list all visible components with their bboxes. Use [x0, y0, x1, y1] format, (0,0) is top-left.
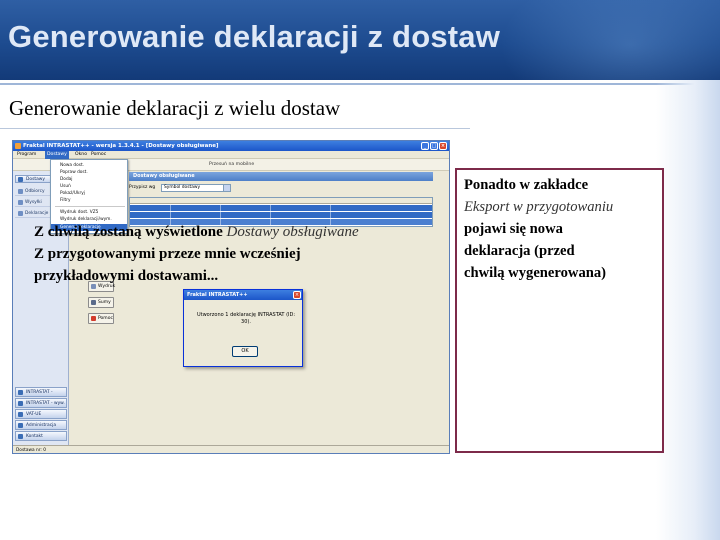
nav-label: INTRASTAT - wyw.: [26, 401, 65, 406]
app-logo-icon: [15, 143, 21, 149]
truck-icon: [18, 200, 23, 205]
nav-item-kontakt[interactable]: Kontakt: [15, 431, 67, 441]
app-screenshot: Fraktal INTRASTAT++ - wersja 1.3.4.1 - […: [12, 140, 450, 454]
nav-label: Kontakt: [26, 434, 43, 439]
maximize-icon[interactable]: □: [430, 142, 438, 150]
minimize-icon[interactable]: _: [421, 142, 429, 150]
caption-italic: Dostawy obsługiwane: [222, 224, 359, 240]
help-button[interactable]: Pomoc: [88, 313, 114, 324]
nav-item-intrastat-import[interactable]: INTRASTAT - przyw.: [15, 387, 67, 404]
caption-line-2: Z przygotowanymi przeze mnie wcześniej: [34, 246, 301, 262]
filter-select[interactable]: Symbol dostawy: [161, 184, 231, 192]
document-icon: [18, 211, 23, 216]
phone-icon: [18, 434, 23, 439]
dropdown-item[interactable]: Pokaż/Ukryj: [51, 190, 127, 197]
caption-fragment: Z: [34, 224, 48, 240]
people-icon: [18, 189, 23, 194]
dialog-title: Fraktal INTRASTAT++: [184, 290, 302, 300]
filter-value: Symbol dostawy: [164, 185, 201, 190]
content-header: Dostawy obsługiwane: [129, 172, 433, 181]
dialog-message: Utworzono 1 deklarację INTRASTAT (ID: 30…: [196, 312, 296, 325]
callout-line-1: Ponadto w zakładce: [464, 177, 589, 193]
callout-box: Ponadto w zakładce Eksport w przygotowan…: [455, 168, 664, 453]
menu-program[interactable]: Program: [15, 151, 38, 159]
wrench-icon: [18, 423, 23, 428]
caption-line-3: przykładowymi dostawami...: [34, 268, 219, 284]
table-row[interactable]: [130, 205, 432, 211]
sigma-icon: [91, 300, 96, 305]
app-titlebar: Fraktal INTRASTAT++ - wersja 1.3.4.1 - […: [13, 141, 449, 151]
callout-line-2: Eksport w przygotowaniu: [464, 199, 614, 215]
callout-line-5: chwilą wygenerowana): [464, 265, 607, 281]
close-icon[interactable]: ×: [439, 142, 447, 150]
close-icon[interactable]: ×: [293, 291, 301, 299]
app-menubar: Program Dostawy Okno Pomoc: [13, 151, 449, 159]
nav-item-vat-ue[interactable]: VAT-UE: [15, 409, 67, 419]
caption-text: Z chwilą zostaną wyświetlone Dostawy obs…: [34, 221, 444, 287]
nav-item-administracja[interactable]: Administracja: [15, 420, 67, 430]
filter-row: Przypisz wg Symbol dostawy: [129, 183, 433, 193]
menu-dostawy[interactable]: Dostawy: [45, 151, 69, 159]
button-label: Pomoc: [98, 316, 113, 321]
nav-label: Deklaracje: [25, 211, 49, 216]
dropdown-item[interactable]: Dodaj: [51, 176, 127, 183]
filter-label: Przypisz wg: [129, 185, 156, 190]
sum-button[interactable]: Sumy: [88, 297, 114, 308]
nav-label: Wysyłki: [25, 200, 42, 205]
help-icon: [91, 316, 96, 321]
table-row[interactable]: [130, 212, 432, 218]
flag-icon: [18, 412, 23, 417]
header-divider-shadow: [0, 83, 720, 85]
dropdown-item[interactable]: Wydruk dost. VZ5: [51, 209, 127, 216]
dropdown-item[interactable]: Usuń: [51, 183, 127, 190]
chevron-down-icon: [223, 185, 230, 191]
box-icon: [18, 177, 23, 182]
status-bar: Dostawa nr: 0: [13, 445, 449, 453]
header-glow: [500, 0, 720, 80]
caption-line-1: Z chwilą zostaną wyświetlone Dostawy obs…: [34, 221, 444, 243]
subtitle-rule: [0, 128, 470, 129]
callout-line-3: pojawi się nowa: [464, 221, 563, 237]
ok-button[interactable]: OK: [232, 346, 258, 357]
caption-fragment: chwilą zostaną wyświetlone: [47, 224, 223, 240]
slide-header: Generowanie deklaracji z dostaw: [0, 0, 720, 80]
menu-okno[interactable]: Okno: [73, 151, 89, 159]
app-window-title: Fraktal INTRASTAT++ - wersja 1.3.4.1 - […: [23, 143, 219, 149]
toolbar-label: Przesuń na mobilne: [209, 162, 255, 167]
message-dialog: Fraktal INTRASTAT++ × Utworzono 1 deklar…: [183, 289, 303, 367]
menu-pomoc[interactable]: Pomoc: [89, 151, 108, 159]
dropdown-item[interactable]: Filtry: [51, 197, 127, 204]
dropdown-item[interactable]: Nowa dost.: [51, 162, 127, 169]
callout-line-4: deklaracja (przed: [464, 243, 575, 259]
dropdown-item[interactable]: Popraw dost.: [51, 169, 127, 176]
nav-item-intrastat-export[interactable]: INTRASTAT - wyw.: [15, 398, 67, 408]
nav-label: Odbiorcy: [25, 189, 45, 194]
nav-label: Administracja: [26, 423, 57, 428]
button-label: Sumy: [98, 300, 111, 305]
arrow-out-icon: [18, 401, 23, 406]
decorative-strip: [656, 80, 720, 540]
nav-label: VAT-UE: [26, 412, 42, 417]
nav-label: Dostawy: [26, 177, 45, 182]
slide-title: Generowanie deklaracji z dostaw: [8, 19, 501, 54]
arrow-in-icon: [18, 390, 23, 395]
grid-header: [130, 198, 432, 204]
slide-subtitle: Generowanie deklaracji z wielu dostaw: [9, 96, 341, 120]
dropdown-separator: [55, 206, 125, 207]
